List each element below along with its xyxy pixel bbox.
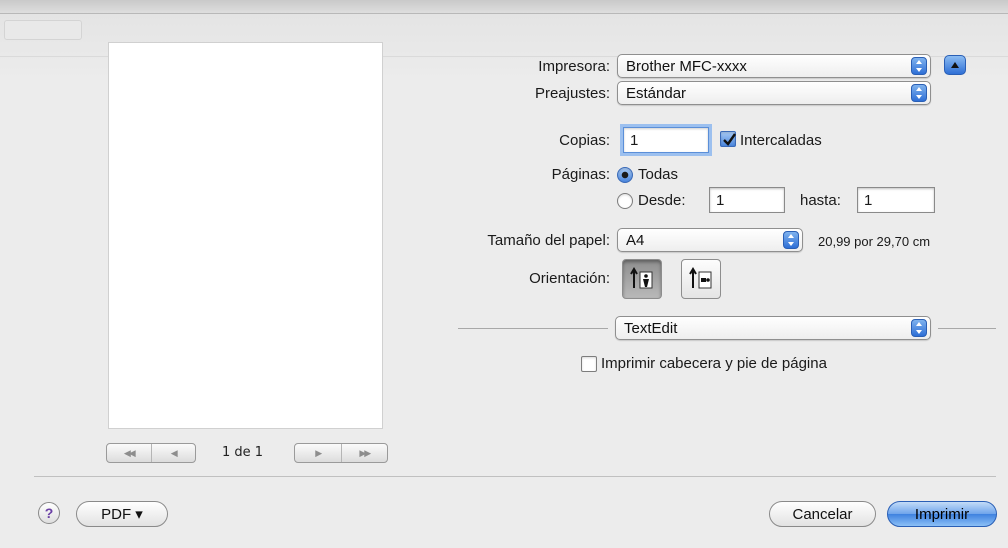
window-top-edge: [0, 0, 1008, 14]
copies-label: Copias:: [559, 132, 610, 149]
footer-divider: [34, 476, 996, 477]
preview-pager: ◀◀ ◀ 1 de 1 ▶ ▶▶: [104, 443, 388, 465]
presets-value: Estándar: [626, 84, 687, 102]
printer-popup[interactable]: Brother MFC-xxxx: [617, 54, 931, 78]
background-toolbar-control: [4, 20, 82, 40]
presets-label: Preajustes:: [534, 85, 610, 102]
landscape-orientation-icon: [689, 267, 712, 289]
next-page-button[interactable]: ▶: [295, 444, 341, 462]
pages-all-label: Todas: [638, 166, 679, 183]
previous-page-button[interactable]: ◀: [150, 444, 196, 462]
collapse-details-button[interactable]: [944, 55, 966, 75]
pages-range-label: Desde:: [638, 192, 686, 209]
collated-checkbox[interactable]: [720, 131, 736, 147]
pages-label: Páginas:: [551, 166, 610, 183]
print-button-label: Imprimir: [914, 505, 970, 523]
app-options-popup[interactable]: TextEdit: [615, 316, 931, 340]
header-footer-label: Imprimir cabecera y pie de página: [601, 355, 827, 372]
copies-field[interactable]: 1: [623, 127, 709, 153]
pages-from-value: 1: [716, 191, 725, 209]
page-indicator: 1 de 1: [222, 445, 264, 460]
paper-size-value: A4: [626, 231, 645, 249]
portrait-orientation-button[interactable]: [622, 259, 662, 299]
popup-arrows-icon: [911, 84, 927, 102]
popup-arrows-icon: [911, 57, 927, 75]
first-page-button[interactable]: ◀◀: [107, 444, 151, 462]
pdf-menu-button[interactable]: PDF ▾: [76, 501, 168, 527]
paper-size-label: Tamaño del papel:: [487, 232, 610, 249]
header-footer-checkbox[interactable]: [581, 356, 597, 372]
last-page-button[interactable]: ▶▶: [340, 444, 388, 462]
cancel-button-label: Cancelar: [792, 505, 853, 523]
presets-popup[interactable]: Estándar: [617, 81, 931, 105]
pdf-button-label: PDF ▾: [101, 506, 143, 523]
portrait-orientation-icon: [630, 267, 653, 289]
preview-forward-buttons: ▶ ▶▶: [294, 443, 388, 463]
preview-back-buttons: ◀◀ ◀: [106, 443, 196, 463]
printer-value: Brother MFC-xxxx: [626, 57, 747, 75]
help-button[interactable]: ?: [38, 502, 60, 524]
printer-label: Impresora:: [538, 58, 610, 75]
pages-all-radio[interactable]: [617, 167, 633, 183]
cancel-button[interactable]: Cancelar: [769, 501, 876, 527]
popup-arrows-icon: [783, 231, 799, 249]
orientation-label: Orientación:: [529, 270, 610, 287]
paper-dimensions: 20,99 por 29,70 cm: [818, 234, 931, 249]
pages-to-field[interactable]: 1: [857, 187, 935, 213]
section-divider-right: [938, 328, 996, 329]
pages-to-value: 1: [864, 191, 873, 209]
popup-arrows-icon: [911, 319, 927, 337]
help-icon: ?: [44, 505, 54, 521]
checkmark-icon: [723, 133, 736, 146]
pages-to-label: hasta:: [800, 192, 841, 209]
pages-range-radio[interactable]: [617, 193, 633, 209]
app-options-value: TextEdit: [624, 319, 678, 337]
triangle-up-icon: [951, 62, 959, 68]
page-preview: [108, 42, 383, 429]
paper-size-popup[interactable]: A4: [617, 228, 803, 252]
pages-from-field[interactable]: 1: [709, 187, 785, 213]
print-button[interactable]: Imprimir: [887, 501, 997, 527]
copies-value: 1: [630, 131, 639, 149]
section-divider-left: [458, 328, 608, 329]
landscape-orientation-button[interactable]: [681, 259, 721, 299]
collated-label: Intercaladas: [740, 132, 822, 149]
